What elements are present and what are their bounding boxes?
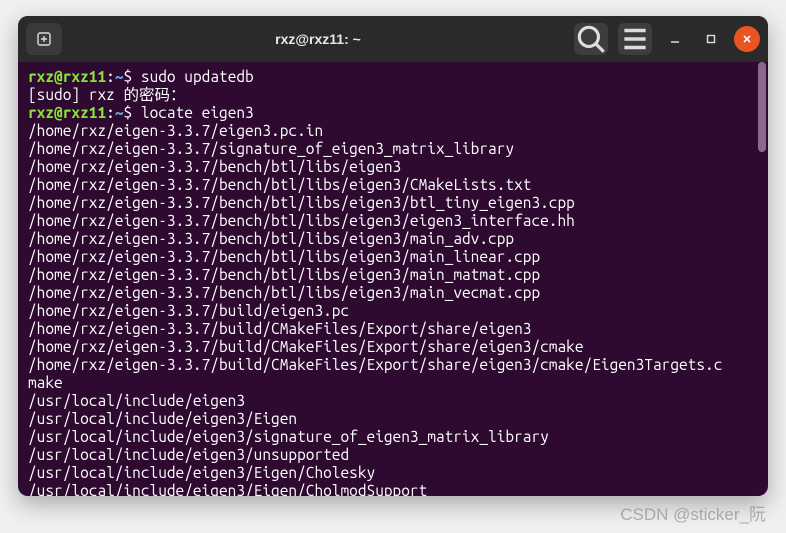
- terminal-output-line: /home/rxz/eigen-3.3.7/signature_of_eigen…: [28, 140, 758, 158]
- hamburger-icon: [618, 22, 652, 56]
- command-text: locate eigen3: [141, 104, 254, 121]
- command-text: sudo updatedb: [141, 68, 254, 85]
- output-text: /usr/local/include/eigen3: [28, 392, 245, 409]
- new-tab-button[interactable]: [26, 23, 62, 55]
- prompt-at: @: [54, 68, 63, 85]
- prompt-host: rxz11: [63, 104, 106, 121]
- output-text: make: [28, 374, 63, 391]
- output-text: /home/rxz/eigen-3.3.7/bench/btl/libs/eig…: [28, 248, 540, 265]
- new-tab-icon: [36, 31, 52, 47]
- terminal-output-line: /home/rxz/eigen-3.3.7/bench/btl/libs/eig…: [28, 266, 758, 284]
- terminal-output-line: /usr/local/include/eigen3/signature_of_e…: [28, 428, 758, 446]
- maximize-button[interactable]: [698, 26, 724, 52]
- window-controls: [574, 23, 760, 55]
- terminal-output-line: make: [28, 374, 758, 392]
- output-text: [sudo] rxz 的密码：: [28, 86, 185, 103]
- window-title: rxz@rxz11: ~: [68, 31, 568, 47]
- prompt-colon: :: [106, 68, 115, 85]
- prompt-path: ~: [115, 68, 124, 85]
- terminal-output-line: /usr/local/include/eigen3/Eigen/CholmodS…: [28, 482, 758, 496]
- output-text: /usr/local/include/eigen3/Eigen/Cholesky: [28, 464, 375, 481]
- output-text: /usr/local/include/eigen3/Eigen: [28, 410, 297, 427]
- terminal-output-line: /usr/local/include/eigen3/Eigen: [28, 410, 758, 428]
- minimize-icon: [669, 33, 681, 45]
- prompt-colon: :: [106, 104, 115, 121]
- terminal-output-line: /home/rxz/eigen-3.3.7/build/eigen3.pc: [28, 302, 758, 320]
- prompt-dollar: $: [124, 68, 141, 85]
- terminal-output-line: /home/rxz/eigen-3.3.7/bench/btl/libs/eig…: [28, 248, 758, 266]
- minimize-button[interactable]: [662, 26, 688, 52]
- terminal-output-line: /home/rxz/eigen-3.3.7/build/CMakeFiles/E…: [28, 320, 758, 338]
- terminal-body[interactable]: rxz@rxz11:~$ sudo updatedb[sudo] rxz 的密码…: [18, 62, 768, 496]
- terminal-command-line: rxz@rxz11:~$ locate eigen3: [28, 104, 758, 122]
- output-text: /usr/local/include/eigen3/Eigen/CholmodS…: [28, 482, 427, 496]
- terminal-output-line: /home/rxz/eigen-3.3.7/bench/btl/libs/eig…: [28, 176, 758, 194]
- titlebar: rxz@rxz11: ~: [18, 16, 768, 62]
- output-text: /home/rxz/eigen-3.3.7/build/CMakeFiles/E…: [28, 356, 722, 373]
- prompt-path: ~: [115, 104, 124, 121]
- prompt-at: @: [54, 104, 63, 121]
- close-button[interactable]: [734, 26, 760, 52]
- terminal-output-line: /home/rxz/eigen-3.3.7/bench/btl/libs/eig…: [28, 212, 758, 230]
- output-text: /home/rxz/eigen-3.3.7/signature_of_eigen…: [28, 140, 514, 157]
- terminal-output-line: /usr/local/include/eigen3/Eigen/Cholesky: [28, 464, 758, 482]
- terminal-command-line: rxz@rxz11:~$ sudo updatedb: [28, 68, 758, 86]
- menu-button[interactable]: [618, 23, 652, 55]
- output-text: /home/rxz/eigen-3.3.7/bench/btl/libs/eig…: [28, 158, 401, 175]
- output-text: /home/rxz/eigen-3.3.7/eigen3.pc.in: [28, 122, 323, 139]
- prompt-dollar: $: [124, 104, 141, 121]
- terminal-output-line: [sudo] rxz 的密码：: [28, 86, 758, 104]
- prompt-user: rxz: [28, 104, 54, 121]
- output-text: /home/rxz/eigen-3.3.7/bench/btl/libs/eig…: [28, 230, 514, 247]
- terminal-output-line: /usr/local/include/eigen3: [28, 392, 758, 410]
- maximize-icon: [705, 33, 717, 45]
- output-text: /usr/local/include/eigen3/unsupported: [28, 446, 349, 463]
- terminal-output-line: /home/rxz/eigen-3.3.7/build/CMakeFiles/E…: [28, 338, 758, 356]
- watermark: CSDN @sticker_阮: [620, 500, 766, 525]
- search-icon: [574, 22, 608, 56]
- close-icon: [741, 33, 753, 45]
- output-text: /home/rxz/eigen-3.3.7/bench/btl/libs/eig…: [28, 284, 540, 301]
- output-text: /home/rxz/eigen-3.3.7/bench/btl/libs/eig…: [28, 212, 575, 229]
- output-text: /home/rxz/eigen-3.3.7/build/eigen3.pc: [28, 302, 349, 319]
- terminal-output-line: /home/rxz/eigen-3.3.7/bench/btl/libs/eig…: [28, 158, 758, 176]
- terminal-window: rxz@rxz11: ~: [18, 16, 768, 496]
- output-text: /home/rxz/eigen-3.3.7/build/CMakeFiles/E…: [28, 320, 531, 337]
- scrollbar-thumb[interactable]: [758, 62, 766, 152]
- prompt-user: rxz: [28, 68, 54, 85]
- output-text: /usr/local/include/eigen3/signature_of_e…: [28, 428, 549, 445]
- search-button[interactable]: [574, 23, 608, 55]
- output-text: /home/rxz/eigen-3.3.7/build/CMakeFiles/E…: [28, 338, 584, 355]
- terminal-output-line: /home/rxz/eigen-3.3.7/bench/btl/libs/eig…: [28, 284, 758, 302]
- terminal-output-line: /home/rxz/eigen-3.3.7/build/CMakeFiles/E…: [28, 356, 758, 374]
- terminal-output-line: /home/rxz/eigen-3.3.7/eigen3.pc.in: [28, 122, 758, 140]
- terminal-output-line: /home/rxz/eigen-3.3.7/bench/btl/libs/eig…: [28, 194, 758, 212]
- terminal-output-line: /home/rxz/eigen-3.3.7/bench/btl/libs/eig…: [28, 230, 758, 248]
- output-text: /home/rxz/eigen-3.3.7/bench/btl/libs/eig…: [28, 194, 575, 211]
- prompt-host: rxz11: [63, 68, 106, 85]
- output-text: /home/rxz/eigen-3.3.7/bench/btl/libs/eig…: [28, 176, 531, 193]
- terminal-output-line: /usr/local/include/eigen3/unsupported: [28, 446, 758, 464]
- output-text: /home/rxz/eigen-3.3.7/bench/btl/libs/eig…: [28, 266, 540, 283]
